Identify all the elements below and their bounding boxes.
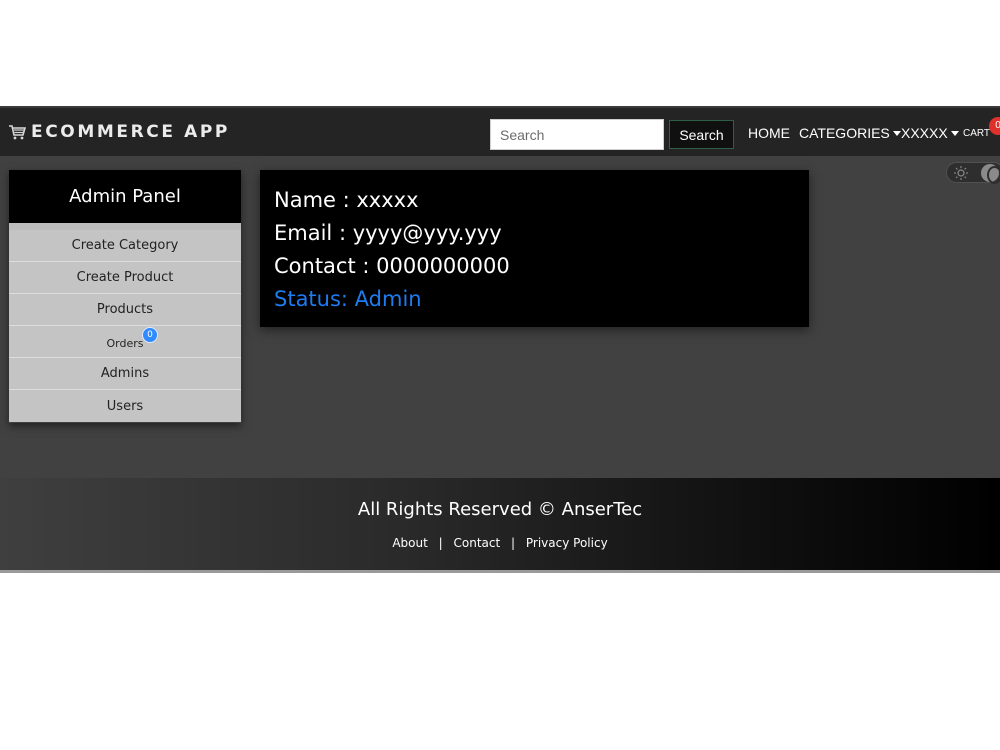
- profile-name: Name : xxxxx: [274, 188, 419, 212]
- footer-privacy-link[interactable]: Privacy Policy: [526, 536, 608, 550]
- nav-cart-link[interactable]: CART: [963, 128, 990, 139]
- brand-name: ECOMMERCE APP: [31, 122, 230, 142]
- footer-separator: |: [511, 536, 516, 550]
- panel-divider: [9, 223, 241, 230]
- theme-toggle[interactable]: [946, 162, 1000, 184]
- sidebar-item-orders[interactable]: Orders 0: [9, 326, 241, 358]
- admin-sidebar: Admin Panel Create Category Create Produ…: [9, 170, 241, 423]
- sidebar-item-create-product[interactable]: Create Product: [9, 262, 241, 294]
- nav-categories-label: CATEGORIES: [799, 125, 890, 141]
- sidebar-item-orders-label: Orders: [106, 336, 144, 350]
- cart-icon: [9, 125, 26, 140]
- orders-count-badge: 0: [142, 327, 158, 343]
- sidebar-item-create-category[interactable]: Create Category: [9, 230, 241, 262]
- footer-links: About | Contact | Privacy Policy: [0, 536, 1000, 550]
- profile-status: Status: Admin: [274, 287, 422, 311]
- nav-user-label: XXXXX: [901, 125, 948, 141]
- brand-link[interactable]: ECOMMERCE APP: [8, 122, 230, 142]
- footer-separator: |: [438, 536, 443, 550]
- footer-bottom-border: [0, 570, 1000, 573]
- app-shell: ECOMMERCE APP Search HOME CATEGORIES XXX…: [0, 106, 1000, 573]
- admin-panel-title: Admin Panel: [9, 170, 241, 223]
- top-navbar: ECOMMERCE APP Search HOME CATEGORIES XXX…: [0, 106, 1000, 156]
- sidebar-item-users[interactable]: Users: [9, 390, 241, 422]
- sidebar-item-products[interactable]: Products: [9, 294, 241, 326]
- footer-contact-link[interactable]: Contact: [454, 536, 501, 550]
- footer: All Rights Reserved © AnserTec About | C…: [0, 478, 1000, 570]
- caret-down-icon: [892, 130, 901, 136]
- caret-down-icon: [950, 130, 959, 136]
- search-input[interactable]: [490, 119, 664, 150]
- profile-email: Email : yyyy@yyy.yyy: [274, 221, 502, 245]
- sidebar-item-admins[interactable]: Admins: [9, 358, 241, 390]
- profile-contact: Contact : 0000000000: [274, 254, 510, 278]
- nav-home-link[interactable]: HOME: [748, 125, 790, 141]
- nav-categories-dropdown[interactable]: CATEGORIES: [799, 125, 901, 141]
- nav-user-dropdown[interactable]: XXXXX: [901, 125, 959, 141]
- cart-count-badge: 0: [989, 117, 1000, 135]
- search-button[interactable]: Search: [669, 120, 734, 149]
- moon-icon: [981, 164, 1000, 184]
- footer-copyright: All Rights Reserved © AnserTec: [357, 499, 643, 520]
- profile-card: Name : xxxxx Email : yyyy@yyy.yyy Contac…: [260, 170, 809, 327]
- footer-about-link[interactable]: About: [392, 536, 427, 550]
- sun-icon: [954, 166, 968, 180]
